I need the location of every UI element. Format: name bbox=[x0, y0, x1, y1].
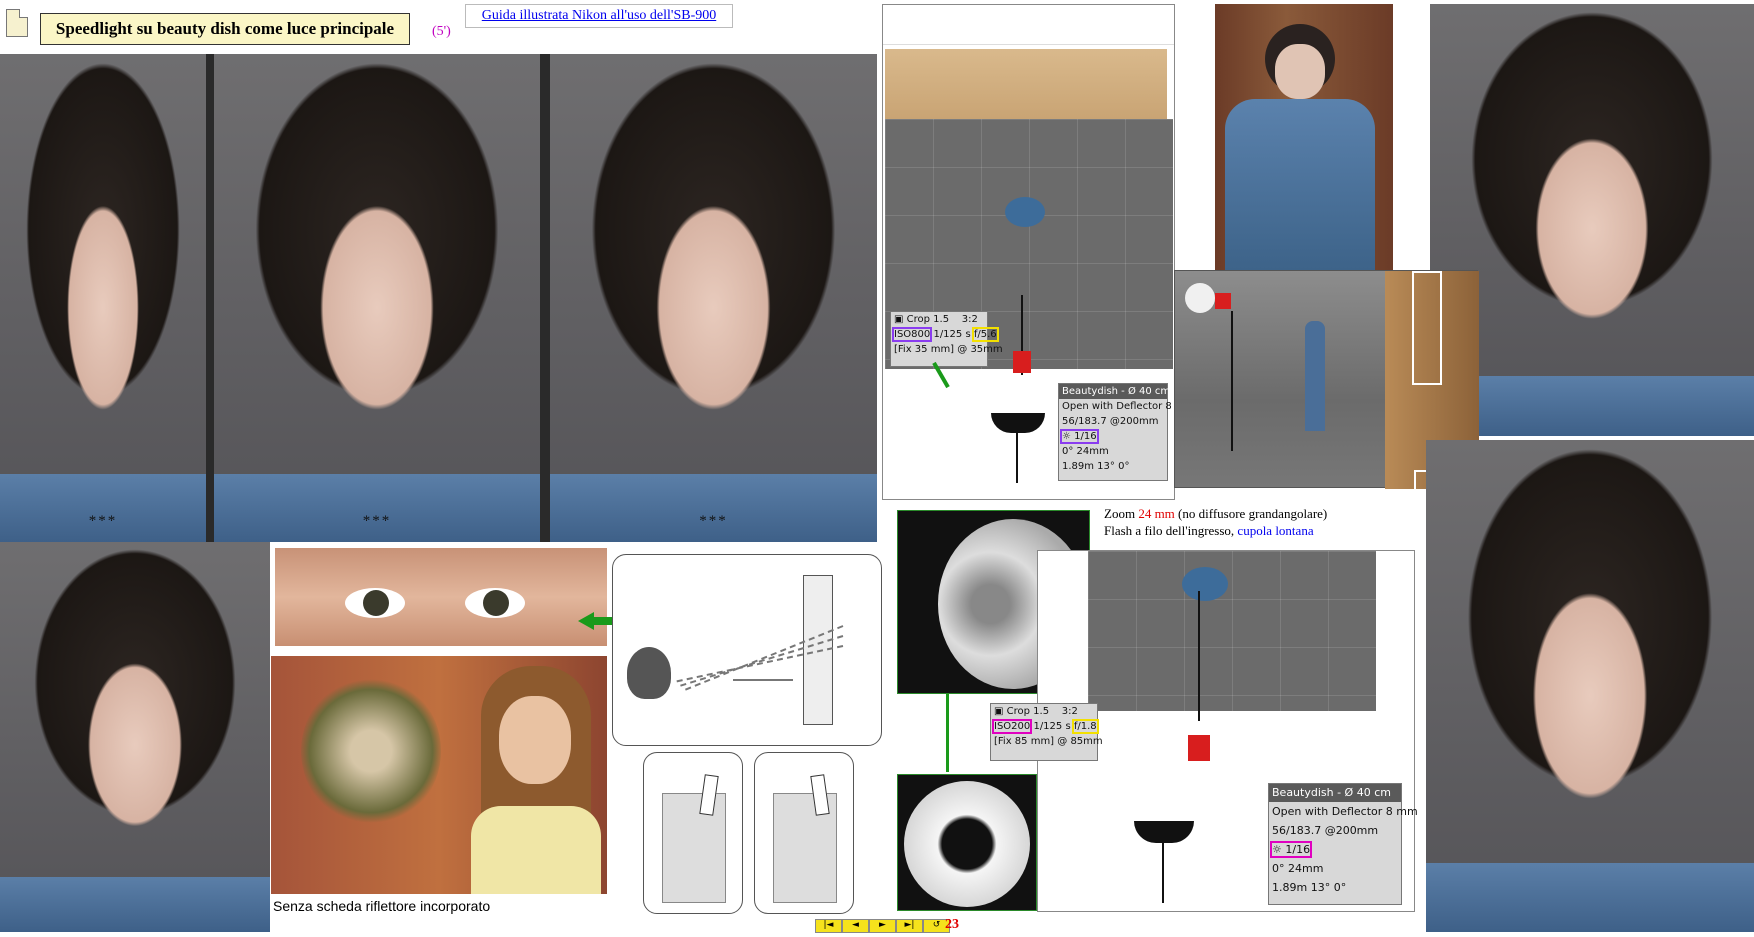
woman-portrait bbox=[271, 656, 607, 894]
light-settings: Beautydish - Ø 40 cm Open with Deflector… bbox=[1058, 383, 1194, 481]
iso-value: ISO800 bbox=[891, 327, 933, 342]
camera-icon: ▣ bbox=[894, 314, 904, 325]
subject-top-view bbox=[1182, 567, 1228, 601]
subject-top-view bbox=[1005, 197, 1045, 227]
light-settings: Beautydish - Ø 40 cm Open with Deflector… bbox=[1268, 783, 1418, 905]
tripod bbox=[1016, 433, 1018, 483]
rating-stars: *** bbox=[699, 513, 728, 529]
first-page-button[interactable]: |◄ bbox=[815, 919, 842, 933]
reflector-card-diagram-1 bbox=[643, 752, 743, 914]
tripod bbox=[1162, 843, 1164, 903]
page-title: Speedlight su beauty dish come luce prin… bbox=[40, 13, 410, 45]
portrait-bottom-right bbox=[1426, 440, 1754, 932]
full-body-photo bbox=[1215, 4, 1393, 270]
aperture-value: f/5.6 bbox=[971, 327, 999, 342]
beauty-dish-front-photo bbox=[897, 774, 1037, 911]
page-navigation: |◄ ◄ ► ►| ↺ bbox=[815, 919, 950, 933]
light-stand bbox=[1198, 591, 1200, 721]
prev-page-button[interactable]: ◄ bbox=[842, 919, 869, 933]
green-arrow-down bbox=[946, 694, 949, 772]
floor-plan bbox=[1088, 551, 1376, 711]
zoom-note: Zoom 24 mm (no diffusore grandangolare) … bbox=[1104, 506, 1328, 538]
beauty-dish bbox=[1134, 821, 1194, 843]
camera-icon: ▣ bbox=[994, 706, 1004, 717]
iso-value: ISO200 bbox=[991, 719, 1033, 734]
eyes-closeup bbox=[275, 548, 607, 646]
flash-power: ☼ 1/16 bbox=[1269, 841, 1313, 858]
flash-head bbox=[1188, 735, 1210, 761]
head-silhouette-icon bbox=[627, 647, 671, 699]
portrait-1: *** bbox=[0, 54, 206, 542]
bottom-lighting-diagram: ▣ Crop 1.5 3:2 ISO200 1/125 s f/1.8 [Fix… bbox=[990, 550, 1418, 912]
next-page-button[interactable]: ► bbox=[869, 919, 896, 933]
divider bbox=[540, 54, 550, 542]
last-page-button[interactable]: ►| bbox=[896, 919, 923, 933]
duration-label: (5') bbox=[432, 24, 451, 39]
portrait-3: *** bbox=[550, 54, 877, 542]
counter-top bbox=[885, 49, 1167, 119]
aperture-value: f/1.8 bbox=[1071, 719, 1099, 734]
camera-settings: ▣ Crop 1.5 3:2 ISO200 1/125 s f/1.8 [Fix… bbox=[990, 703, 1103, 761]
beauty-dish bbox=[991, 413, 1045, 433]
portrait-2: *** bbox=[214, 54, 540, 542]
zoom-note-link[interactable]: cupola lontana bbox=[1237, 523, 1313, 538]
rating-stars: *** bbox=[362, 513, 392, 529]
green-arrow-head bbox=[578, 612, 594, 630]
rating-stars: *** bbox=[88, 513, 118, 529]
guide-link[interactable]: Guida illustrata Nikon all'uso dell'SB-9… bbox=[465, 4, 733, 28]
camera-settings: ▣ Crop 1.5 3:2 ISO800 1/125 s f/5.6 [Fix… bbox=[890, 311, 1003, 367]
flash-power: ☼ 1/16 bbox=[1060, 429, 1099, 444]
top-lighting-diagram: ▣ Crop 1.5 3:2 ISO800 1/125 s f/5.6 [Fix… bbox=[882, 4, 1194, 500]
page-number: 23 bbox=[945, 917, 959, 932]
divider bbox=[206, 54, 214, 542]
flash-head bbox=[1013, 351, 1031, 373]
reflector-card-diagram-2 bbox=[754, 752, 854, 914]
photo-caption: Senza scheda riflettore incorporato bbox=[273, 898, 491, 914]
document-icon[interactable] bbox=[6, 9, 28, 37]
flash-bounce-diagram bbox=[612, 554, 882, 746]
portrait-bottom-left bbox=[0, 542, 270, 932]
